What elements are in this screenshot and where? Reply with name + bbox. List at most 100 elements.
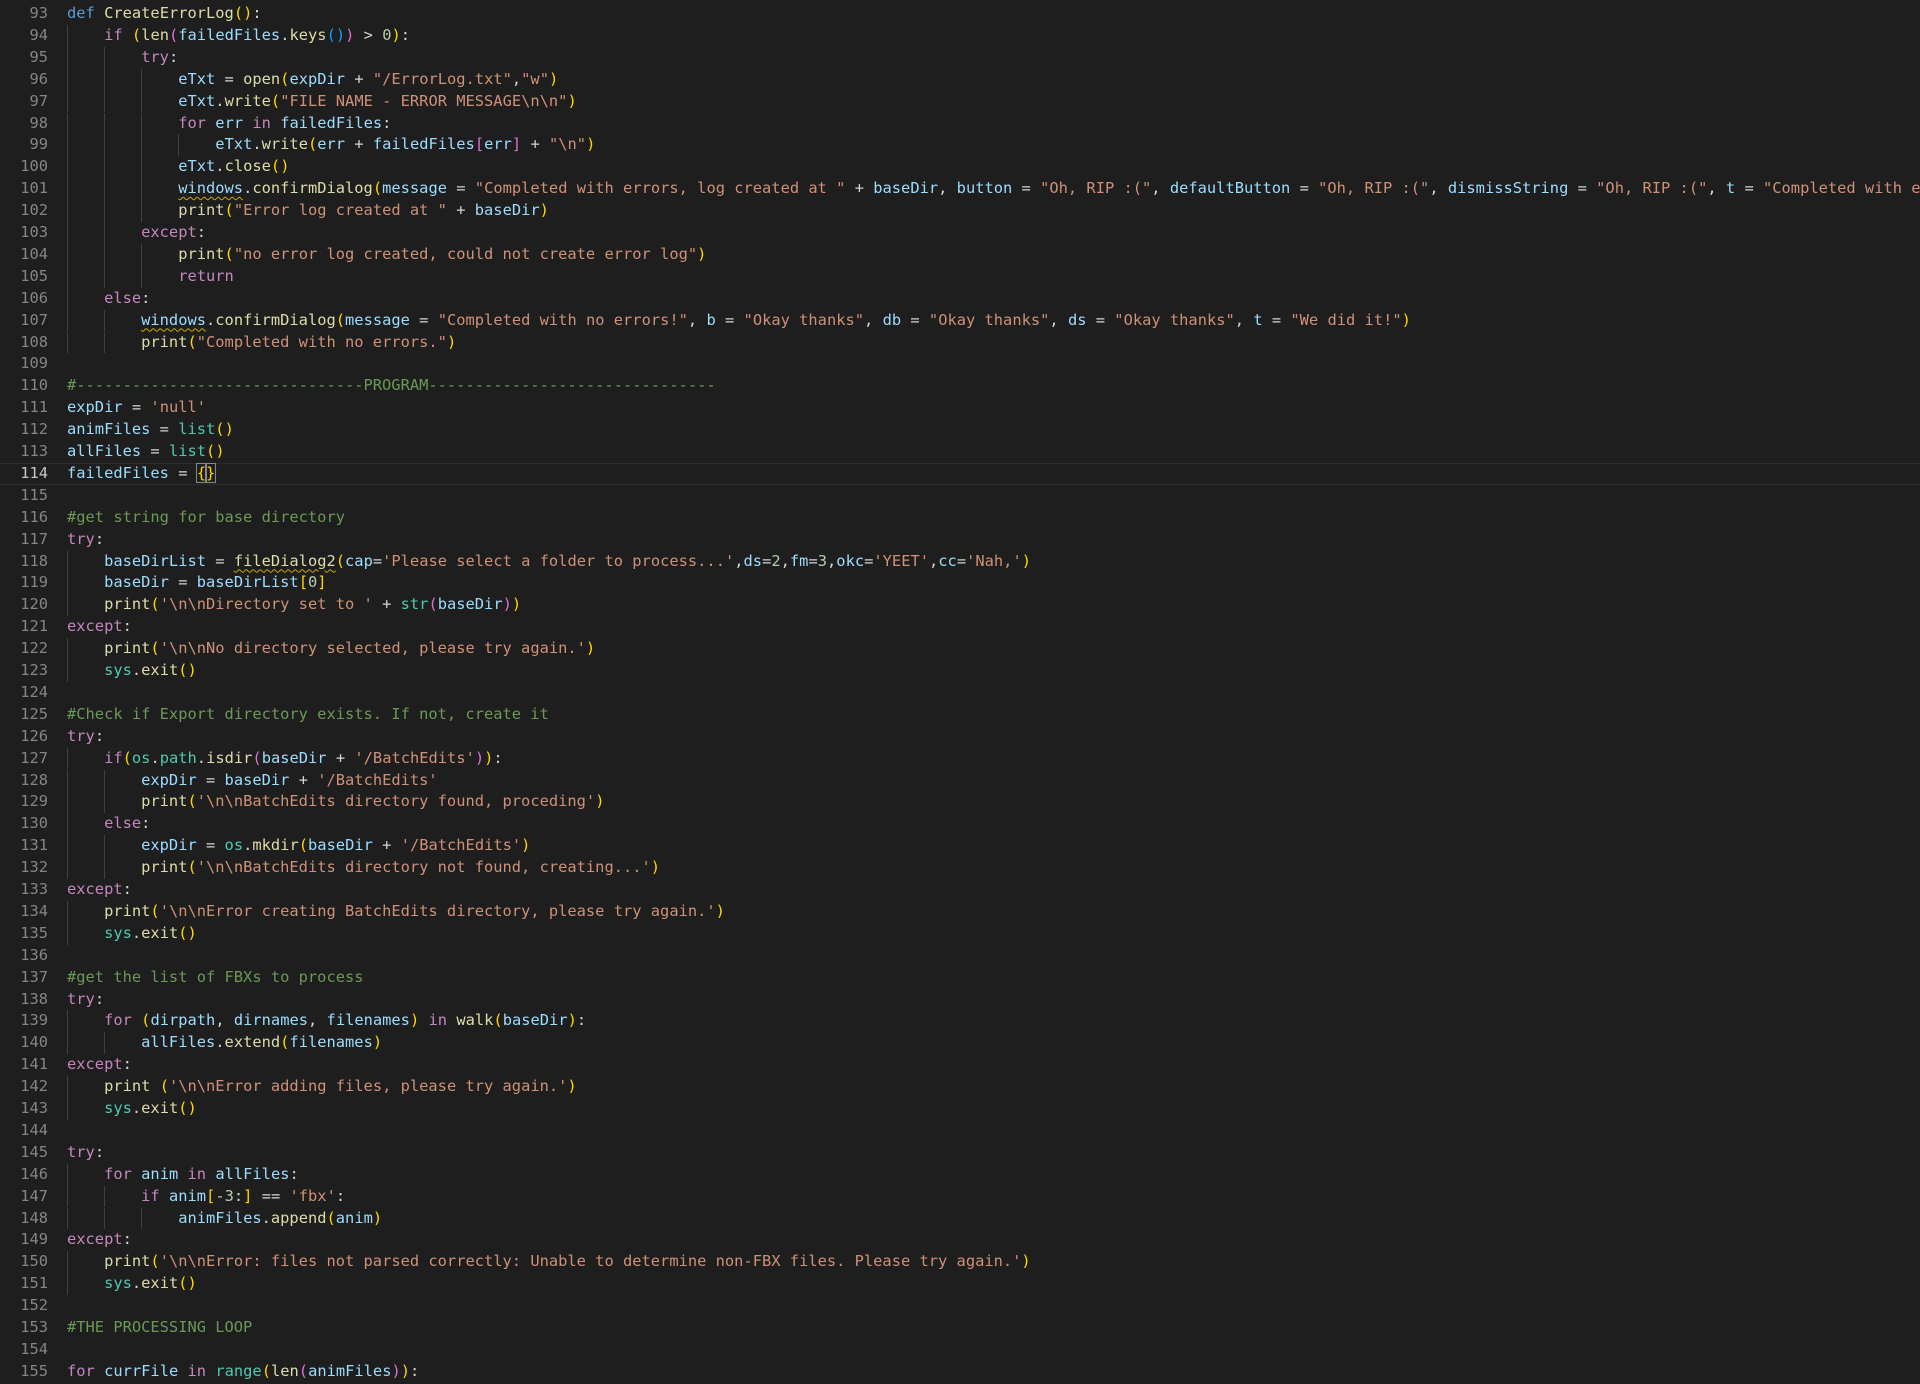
indent-guide <box>141 178 143 201</box>
code-line[interactable]: 114 failedFiles = {} <box>0 462 1920 485</box>
code-line[interactable]: 146 for anim in allFiles: <box>0 1163 1920 1186</box>
code-token: message <box>382 179 447 198</box>
code-line[interactable]: 98 for err in failedFiles: <box>0 112 1920 135</box>
code-line[interactable]: 93 def CreateErrorLog(): <box>0 3 1920 25</box>
code-line[interactable]: 115 <box>0 485 1920 507</box>
code-line[interactable]: 140 allFiles.extend(filenames) <box>0 1032 1920 1055</box>
code-line[interactable]: 143 sys.exit() <box>0 1098 1920 1120</box>
line-number: 143 <box>20 1099 48 1117</box>
code-token: currFile <box>104 1361 179 1380</box>
code-line[interactable]: 129 print('\n\nBatchEdits directory found… <box>0 791 1920 814</box>
code-line[interactable]: 97 eTxt.write("FILE NAME - ERROR MESSAGE\… <box>0 90 1920 113</box>
code-token: ) <box>280 157 290 176</box>
code-line[interactable]: 147 if anim[-3:] == 'fbx': <box>0 1185 1920 1208</box>
code-line[interactable]: 152 <box>0 1295 1920 1317</box>
line-number: 125 <box>20 704 48 723</box>
code-token: print <box>104 901 151 920</box>
code-line[interactable]: 113 allFiles = list() <box>0 441 1920 463</box>
code-line[interactable]: 96 eTxt = open(expDir + "/ErrorLog.txt","… <box>0 68 1920 91</box>
code-line[interactable]: 131 expDir = os.mkdir(baseDir + '/BatchEd… <box>0 835 1920 858</box>
code-line[interactable]: 124 <box>0 682 1920 704</box>
code-line[interactable]: 105 return <box>0 265 1920 288</box>
code-line[interactable]: 118 baseDirList = fileDialog2(cap='Please… <box>0 550 1920 573</box>
code-token: expDir <box>141 836 197 855</box>
code-line[interactable]: 108 print("Completed with no errors.") <box>0 331 1920 354</box>
code-line[interactable]: 109 <box>0 353 1920 375</box>
code-line[interactable]: 125 #Check if Export directory exists. If… <box>0 704 1920 726</box>
code-line[interactable]: 153 #THE PROCESSING LOOP <box>0 1317 1920 1339</box>
code-line[interactable]: 101 windows.confirmDialog(message = "Comp… <box>0 178 1920 201</box>
code-line[interactable]: 145 try: <box>0 1142 1920 1164</box>
code-token: ( <box>335 310 346 329</box>
code-line[interactable]: 148 animFiles.append(anim) <box>0 1207 1920 1230</box>
code-line[interactable]: 149 except: <box>0 1229 1920 1251</box>
code-text: if anim[-3:] == 'fbx': <box>141 1186 345 1208</box>
code-token: if <box>141 1186 160 1205</box>
code-line[interactable]: 139 for (dirpath, dirnames, filenames) in… <box>0 1010 1920 1033</box>
code-line[interactable]: 151 sys.exit() <box>0 1273 1920 1296</box>
code-line[interactable]: 138 try: <box>0 989 1920 1011</box>
code-line[interactable]: 107 windows.confirmDialog(message = "Comp… <box>0 309 1920 332</box>
indent-guide <box>67 1163 68 1186</box>
code-token: ( <box>150 1252 160 1271</box>
line-number: 95 <box>29 47 48 66</box>
code-line[interactable]: 112 animFiles = list() <box>0 419 1920 441</box>
code-line[interactable]: 137 #get the list of FBXs to process <box>0 967 1920 989</box>
code-line[interactable]: 117 try: <box>0 529 1920 551</box>
line-number: 107 <box>20 310 48 329</box>
code-line[interactable]: 116 #get string for base directory <box>0 507 1920 529</box>
code-line[interactable]: 133 except: <box>0 879 1920 901</box>
code-line[interactable]: 127 if(os.path.isdir(baseDir + '/BatchEdi… <box>0 747 1920 770</box>
code-line[interactable]: 122 print('\n\nNo directory selected, ple… <box>0 638 1920 660</box>
code-line[interactable]: 155 for currFile in range(len(animFiles))… <box>0 1361 1920 1383</box>
code-line[interactable]: 130 else: <box>0 813 1920 836</box>
code-line[interactable]: 106 else: <box>0 287 1920 310</box>
code-line[interactable]: 150 print('\n\nError: files not parsed co… <box>0 1251 1920 1274</box>
code-token: print <box>104 1077 151 1096</box>
code-token: ( <box>215 420 225 439</box>
code-line[interactable]: 154 <box>0 1339 1920 1361</box>
code-token: animFiles <box>308 1361 392 1380</box>
code-line[interactable]: 128 expDir = baseDir + '/BatchEdits' <box>0 769 1920 792</box>
code-token: sys <box>104 661 132 679</box>
code-token: str <box>400 595 429 614</box>
code-token: "Oh, RIP :(" <box>1040 179 1152 198</box>
code-line[interactable]: 104 print("no error log created, could no… <box>0 243 1920 266</box>
code-token: ( <box>150 639 160 658</box>
code-token: "Okay thanks" <box>928 310 1050 329</box>
indent-guide <box>104 857 106 879</box>
code-line[interactable]: 94 if (len(failedFiles.keys()) > 0): <box>0 24 1920 47</box>
code-line[interactable]: 134 print('\n\nError creating BatchEdits … <box>0 900 1920 923</box>
code-line[interactable]: 136 <box>0 945 1920 967</box>
code-line[interactable]: 120 print('\n\nDirectory set to ' + str(b… <box>0 594 1920 617</box>
code-line[interactable]: 121 except: <box>0 616 1920 638</box>
code-token: "Error log created at " <box>233 201 447 220</box>
code-line[interactable]: 126 try: <box>0 726 1920 748</box>
code-line[interactable]: 135 sys.exit() <box>0 922 1920 945</box>
code-token: ( <box>326 25 336 44</box>
code-line[interactable]: 142 print ('\n\nError adding files, pleas… <box>0 1076 1920 1098</box>
code-line[interactable]: 123 sys.exit() <box>0 660 1920 682</box>
code-line[interactable]: 111 expDir = 'null' <box>0 397 1920 419</box>
code-line[interactable]: 95 try: <box>0 46 1920 69</box>
code-editor[interactable]: 93 def CreateErrorLog(): 94 if (len(failedF… <box>0 0 1920 1384</box>
code-token: anim <box>168 1186 207 1205</box>
code-token: . <box>131 1099 142 1117</box>
code-line[interactable]: 102 print("Error log created at " + baseD… <box>0 200 1920 222</box>
code-text: for currFile in range(len(animFiles)): <box>67 1361 419 1383</box>
indent-guide <box>67 1010 68 1033</box>
line-number: 154 <box>20 1339 48 1358</box>
code-token: '\n\nBatchEdits directory found, procedi… <box>196 792 596 811</box>
code-line[interactable]: 119 baseDir = baseDirList[0] <box>0 572 1920 595</box>
code-line[interactable]: 141 except: <box>0 1054 1920 1076</box>
code-line[interactable]: 100 eTxt.close() <box>0 156 1920 179</box>
code-line[interactable]: 103 except: <box>0 222 1920 244</box>
indent-guide <box>141 112 143 135</box>
indent-guide <box>67 112 68 135</box>
code-line[interactable]: 99 eTxt.write(err + failedFiles[err] + "\… <box>0 134 1920 157</box>
code-line[interactable]: 144 <box>0 1120 1920 1142</box>
code-line[interactable]: 132 print('\n\nBatchEdits directory not f… <box>0 857 1920 879</box>
code-line[interactable]: 110 #-------------------------------PROGR… <box>0 375 1920 397</box>
code-token: = <box>1568 179 1597 198</box>
